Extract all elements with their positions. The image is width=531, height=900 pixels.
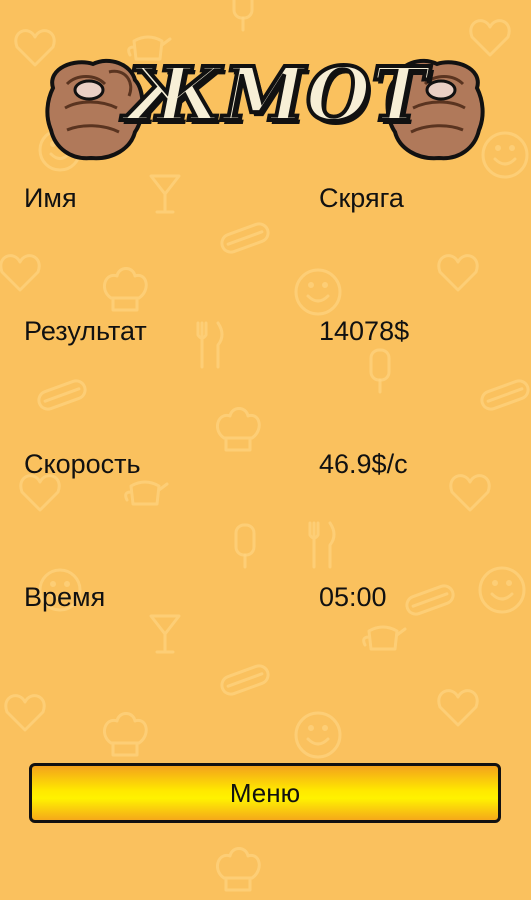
- stat-row-time: Время 05:00: [24, 577, 504, 617]
- score-label: Результат: [24, 316, 147, 346]
- app-logo: ЖМОТ: [45, 48, 485, 166]
- chef-hat-icon: [102, 267, 148, 312]
- chef-hat-icon: [102, 712, 148, 757]
- speed-value: 46.9$/с: [319, 449, 408, 479]
- name-label: Имя: [24, 183, 77, 213]
- hotdog-icon: [220, 222, 270, 254]
- popsicle-icon: [232, 0, 254, 32]
- stat-row-name: Имя Скряга: [24, 178, 504, 218]
- teapot-icon: [124, 480, 169, 506]
- score-value: 14078$: [319, 316, 410, 346]
- heart-icon: [0, 254, 41, 292]
- hotdog-icon: [37, 379, 87, 411]
- menu-button[interactable]: Меню: [29, 763, 501, 823]
- time-value: 05:00: [319, 582, 387, 612]
- heart-icon: [437, 689, 479, 727]
- time-label: Время: [24, 582, 106, 612]
- smiley-icon: [294, 711, 342, 759]
- stat-row-speed: Скорость 46.9$/с: [24, 444, 504, 484]
- cutlery-icon: [308, 521, 336, 569]
- heart-icon: [437, 254, 479, 292]
- cocktail-icon: [149, 614, 181, 654]
- heart-icon: [4, 694, 46, 732]
- popsicle-icon: [369, 348, 391, 394]
- name-value: Скряга: [319, 183, 404, 213]
- hotdog-icon: [220, 664, 270, 696]
- menu-button-label: Меню: [229, 777, 301, 808]
- chef-hat-icon: [215, 847, 261, 892]
- teapot-icon: [362, 625, 407, 651]
- hotdog-icon: [480, 379, 530, 411]
- popsicle-icon: [234, 523, 256, 569]
- logo-text: ЖМОТ: [123, 50, 429, 140]
- smiley-icon: [294, 268, 342, 316]
- smiley-icon: [481, 131, 529, 179]
- stat-row-score: Результат 14078$: [24, 311, 504, 351]
- speed-label: Скорость: [24, 449, 141, 479]
